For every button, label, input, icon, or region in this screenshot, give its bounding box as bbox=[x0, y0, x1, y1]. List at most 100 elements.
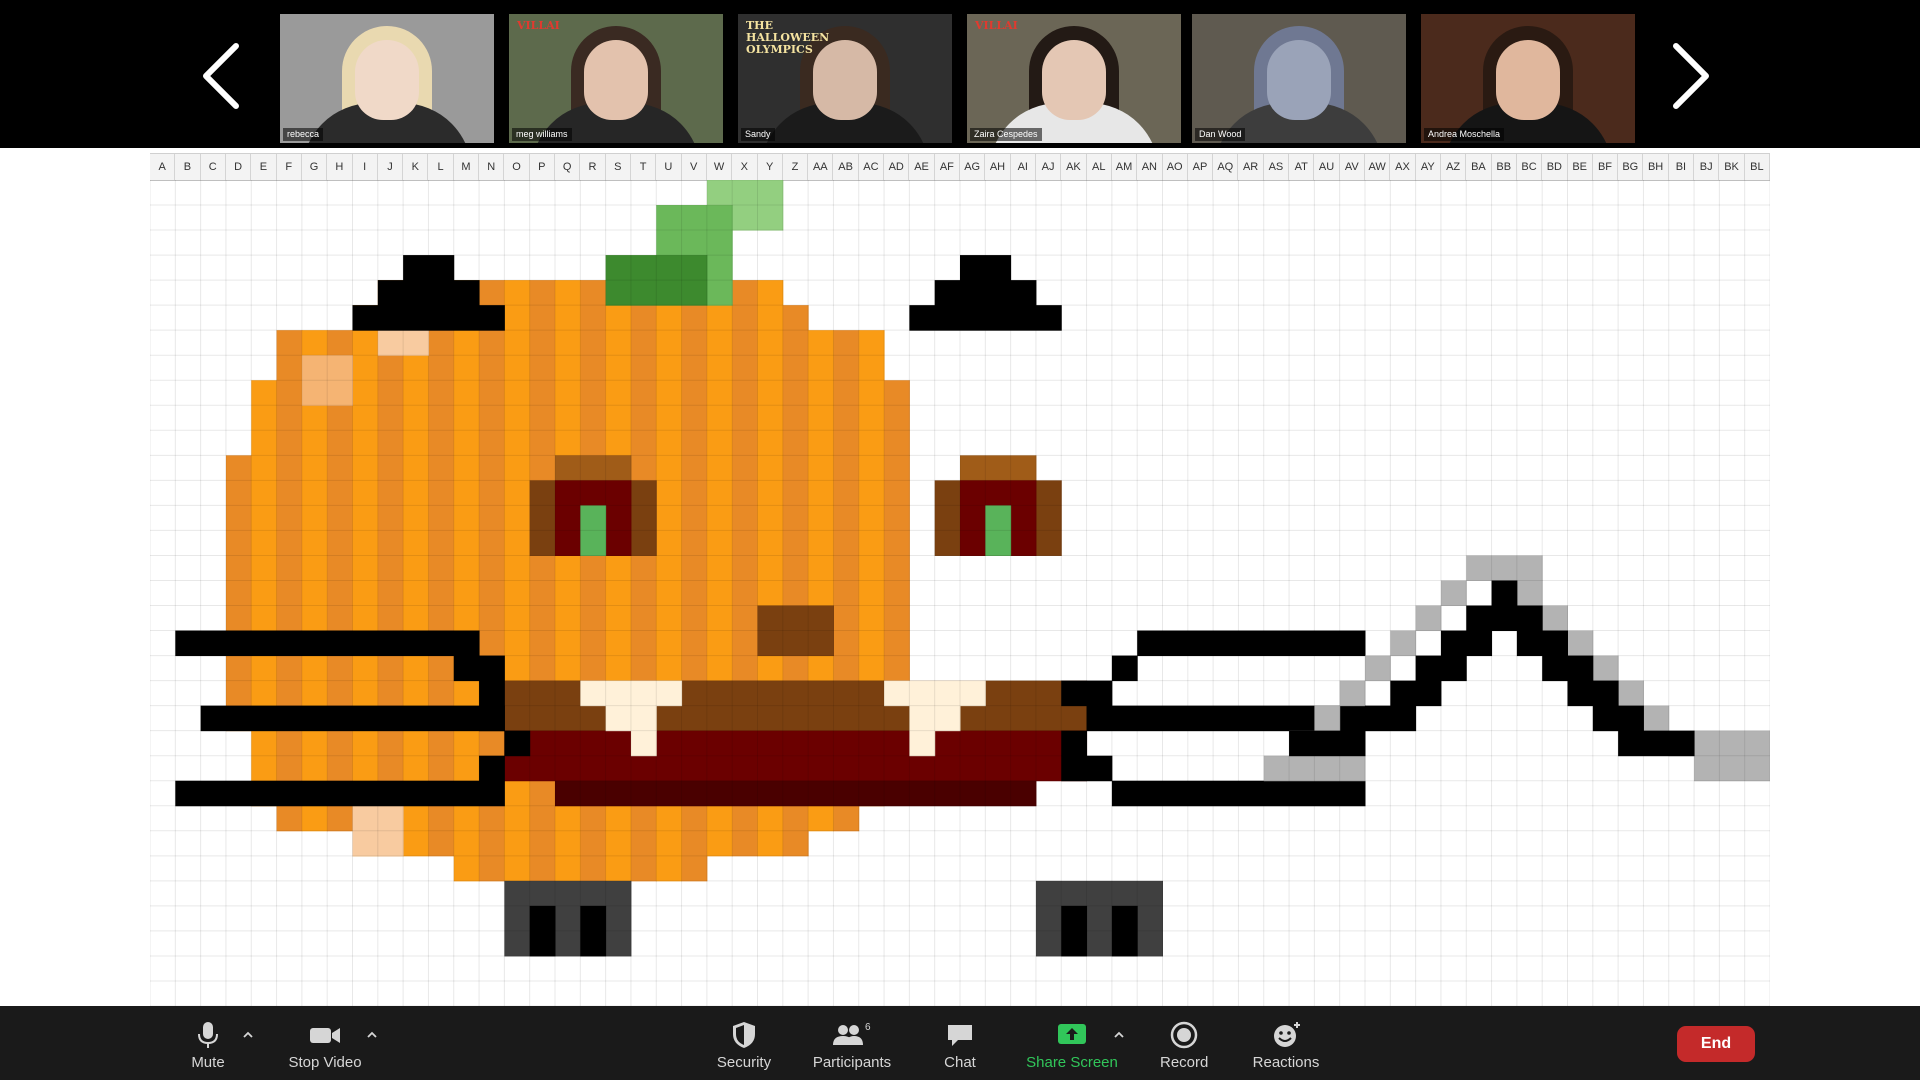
column-header-cell[interactable]: G bbox=[302, 154, 328, 180]
column-header-cell[interactable]: AJ bbox=[1036, 154, 1062, 180]
column-header-cell[interactable]: BI bbox=[1669, 154, 1695, 180]
participant-video-tile[interactable]: rebecca bbox=[280, 14, 494, 143]
column-header-cell[interactable]: AS bbox=[1264, 154, 1290, 180]
column-header-cell[interactable]: AM bbox=[1112, 154, 1138, 180]
column-header-cell[interactable]: BJ bbox=[1694, 154, 1720, 180]
participants-button[interactable]: 6 Participants bbox=[808, 1020, 896, 1078]
column-header-cell[interactable]: AF bbox=[935, 154, 960, 180]
stop-video-button[interactable]: Stop Video bbox=[283, 1020, 367, 1078]
tail-pixel bbox=[1491, 580, 1518, 607]
column-header-cell[interactable]: Q bbox=[555, 154, 581, 180]
column-header-cell[interactable]: P bbox=[530, 154, 555, 180]
share-options-caret-icon[interactable] bbox=[1112, 1028, 1126, 1042]
column-header-cell[interactable]: AB bbox=[833, 154, 859, 180]
column-header-cell[interactable]: AP bbox=[1188, 154, 1214, 180]
column-header-cell[interactable]: H bbox=[327, 154, 353, 180]
column-header-cell[interactable]: AH bbox=[985, 154, 1011, 180]
column-header-cell[interactable]: X bbox=[732, 154, 758, 180]
chat-button[interactable]: Chat bbox=[937, 1020, 983, 1078]
column-header-cell[interactable]: E bbox=[251, 154, 277, 180]
participant-name-label: Zaira Cespedes bbox=[970, 128, 1042, 141]
column-header-cell[interactable]: F bbox=[277, 154, 302, 180]
column-header-cell[interactable]: W bbox=[707, 154, 733, 180]
reactions-button[interactable]: Reactions bbox=[1252, 1020, 1320, 1078]
participant-video-tile[interactable]: THE HALLOWEEN OLYMPICS Sandy bbox=[738, 14, 952, 143]
column-header-cell[interactable]: Z bbox=[783, 154, 809, 180]
smiley-reaction-icon bbox=[1274, 1022, 1300, 1047]
column-header-cell[interactable]: AQ bbox=[1213, 154, 1239, 180]
mute-button[interactable]: Mute bbox=[180, 1020, 236, 1078]
column-header-cell[interactable]: R bbox=[580, 154, 606, 180]
tail-outline-pixel bbox=[1314, 705, 1341, 732]
pumpkin-pixel bbox=[681, 805, 708, 832]
column-header-cell[interactable]: BE bbox=[1568, 154, 1593, 180]
column-header-cell[interactable]: BD bbox=[1542, 154, 1568, 180]
column-header-cell[interactable]: BG bbox=[1618, 154, 1644, 180]
column-header-cell[interactable]: AE bbox=[909, 154, 935, 180]
column-header-cell[interactable]: C bbox=[201, 154, 226, 180]
column-header-cell[interactable]: AO bbox=[1163, 154, 1188, 180]
participant-video-tile[interactable]: Andrea Moschella bbox=[1421, 14, 1635, 143]
column-header-cell[interactable]: AN bbox=[1137, 154, 1163, 180]
column-header-cell[interactable]: AZ bbox=[1441, 154, 1467, 180]
column-header-cell[interactable]: AT bbox=[1289, 154, 1315, 180]
column-header-cell[interactable]: BF bbox=[1593, 154, 1619, 180]
column-header-cell[interactable]: A bbox=[150, 154, 176, 180]
pumpkin-pixel bbox=[453, 805, 480, 832]
column-header-cell[interactable]: T bbox=[631, 154, 657, 180]
column-header-cell[interactable]: S bbox=[606, 154, 631, 180]
column-header-cell[interactable]: V bbox=[682, 154, 707, 180]
participant-video-tile[interactable]: VILLAI meg williams bbox=[509, 14, 723, 143]
column-header-cell[interactable]: AI bbox=[1011, 154, 1036, 180]
column-header-cell[interactable]: Y bbox=[758, 154, 783, 180]
column-header-cell[interactable]: AV bbox=[1340, 154, 1365, 180]
end-meeting-button[interactable]: End bbox=[1677, 1026, 1755, 1062]
column-header-cell[interactable]: M bbox=[454, 154, 480, 180]
whisker-pixel bbox=[1137, 630, 1366, 657]
participant-video-tile[interactable]: VILLAI Zaira Cespedes bbox=[967, 14, 1181, 143]
column-header-cell[interactable]: AG bbox=[960, 154, 986, 180]
pumpkin-pixel bbox=[706, 455, 733, 682]
column-header-cell[interactable]: BA bbox=[1466, 154, 1492, 180]
pumpkin-pixel bbox=[504, 855, 531, 882]
column-header-cell[interactable]: AA bbox=[808, 154, 834, 180]
column-header-cell[interactable]: AU bbox=[1314, 154, 1340, 180]
participant-video-tile[interactable]: Dan Wood bbox=[1192, 14, 1406, 143]
column-header-cell[interactable]: AD bbox=[884, 154, 910, 180]
share-screen-button[interactable]: Share Screen bbox=[1025, 1020, 1119, 1078]
column-header-cell[interactable]: AW bbox=[1365, 154, 1391, 180]
column-header-cell[interactable]: BK bbox=[1719, 154, 1745, 180]
column-header-cell[interactable]: AK bbox=[1061, 154, 1087, 180]
column-header-cell[interactable]: BC bbox=[1517, 154, 1543, 180]
column-header-cell[interactable]: J bbox=[378, 154, 404, 180]
record-button[interactable]: Record bbox=[1160, 1020, 1208, 1078]
column-header-cell[interactable]: AC bbox=[859, 154, 885, 180]
column-header-cell[interactable]: K bbox=[403, 154, 429, 180]
pumpkin-pixel bbox=[782, 805, 809, 832]
pumpkin-pixel bbox=[732, 455, 758, 682]
video-options-caret-icon[interactable] bbox=[365, 1028, 379, 1042]
column-header-cell[interactable]: BL bbox=[1745, 154, 1770, 180]
audio-options-caret-icon[interactable] bbox=[241, 1028, 255, 1042]
column-header-cell[interactable]: U bbox=[656, 154, 682, 180]
column-header-cell[interactable]: AX bbox=[1390, 154, 1416, 180]
pumpkin-pixel bbox=[884, 455, 910, 682]
column-header-cell[interactable]: BH bbox=[1643, 154, 1669, 180]
column-header-cell[interactable]: B bbox=[175, 154, 201, 180]
next-page-arrow-icon[interactable] bbox=[1654, 36, 1726, 116]
column-header-cell[interactable]: D bbox=[226, 154, 252, 180]
pumpkin-pixel bbox=[276, 805, 303, 832]
column-header-cell[interactable]: AY bbox=[1416, 154, 1441, 180]
column-header-cell[interactable]: L bbox=[428, 154, 454, 180]
column-header-cell[interactable]: N bbox=[479, 154, 505, 180]
column-header-cell[interactable]: BB bbox=[1492, 154, 1517, 180]
column-header-cell[interactable]: AR bbox=[1238, 154, 1264, 180]
column-header-cell[interactable]: I bbox=[353, 154, 378, 180]
pumpkin-pixel bbox=[555, 855, 581, 882]
security-button[interactable]: Security bbox=[710, 1020, 778, 1078]
column-header-cell[interactable]: O bbox=[504, 154, 530, 180]
column-header-cell[interactable]: AL bbox=[1087, 154, 1112, 180]
pumpkin-pixel bbox=[858, 380, 885, 456]
previous-page-arrow-icon[interactable] bbox=[186, 36, 258, 116]
pumpkin-pixel bbox=[757, 305, 784, 331]
